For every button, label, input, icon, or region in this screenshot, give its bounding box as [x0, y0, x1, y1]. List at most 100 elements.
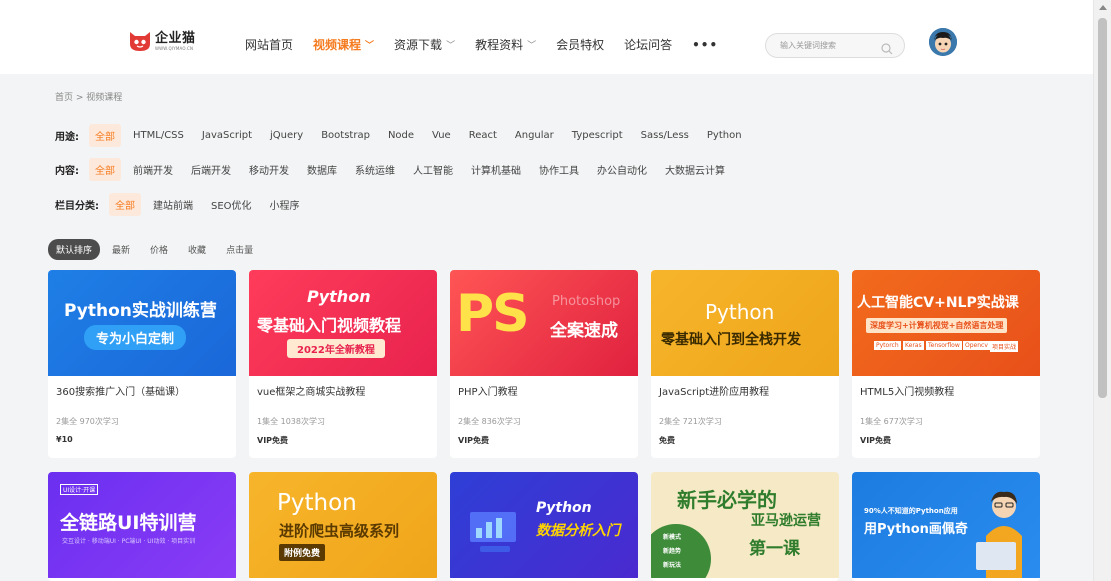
search-box	[765, 33, 905, 58]
course-card[interactable]: Python实战训练营 专为小白定制 360搜索推广入门（基础课） 2集全 97…	[48, 270, 236, 458]
course-price: ¥10	[56, 435, 73, 444]
sort-tab-newest[interactable]: 最新	[104, 239, 138, 260]
filter-option[interactable]: 前端开发	[127, 158, 179, 181]
nav-item-forum[interactable]: 论坛问答	[624, 36, 672, 53]
filter-option[interactable]: Typescript	[566, 126, 629, 145]
course-card[interactable]: 人工智能CV+NLP实战课 深度学习+计算机视觉+自然语言处理 Pytorch …	[852, 270, 1040, 458]
course-title[interactable]: PHP入门教程	[458, 383, 518, 398]
top-header: 企业猫 WWW.QIYMAO.CN 网站首页 视频课程 ﹀ 资源下载 ﹀ 教程资料 ﹀…	[0, 0, 1093, 74]
course-stats: 1集全 1038次学习	[257, 417, 325, 426]
filter-option[interactable]: JavaScript	[196, 126, 258, 145]
course-card[interactable]: Photoshop PS 全案速成 PHP入门教程 2集全 836次学习 VIP…	[450, 270, 638, 458]
filter-option[interactable]: Angular	[509, 126, 560, 145]
filter-option[interactable]: 全部	[89, 124, 121, 147]
sort-tab-default[interactable]: 默认排序	[48, 239, 101, 260]
chevron-down-icon: ﹀	[527, 41, 537, 51]
course-price: VIP免费	[458, 436, 490, 445]
filter-option[interactable]: 办公自动化	[591, 158, 653, 181]
more-menu-button[interactable]: •••	[692, 38, 718, 52]
filter-option[interactable]: 协作工具	[533, 158, 585, 181]
filter-option[interactable]: Node	[382, 126, 420, 145]
nav-item-video-courses[interactable]: 视频课程 ﹀	[313, 36, 374, 53]
filter-option[interactable]: Vue	[426, 126, 457, 145]
course-cover: UI设计·开课 全链路UI特训营 交互设计 · 移动端UI · PC端UI · …	[48, 472, 236, 578]
scroll-up-arrow-icon[interactable]	[1099, 5, 1107, 10]
breadcrumb[interactable]: 首页 > 视频课程	[55, 90, 122, 103]
site-logo[interactable]: 企业猫 WWW.QIYMAO.CN	[128, 30, 196, 52]
sort-tab-favorites[interactable]: 收藏	[180, 239, 214, 260]
course-stats: 1集全 677次学习	[860, 417, 923, 426]
filter-option[interactable]: 人工智能	[407, 158, 459, 181]
filter-option[interactable]: jQuery	[264, 126, 309, 145]
course-cover: Python 零基础入门视频教程 2022年全新教程	[249, 270, 437, 376]
course-price: 免费	[659, 436, 675, 445]
user-avatar[interactable]	[929, 28, 957, 56]
filter-option[interactable]: Bootstrap	[315, 126, 376, 145]
search-icon[interactable]	[881, 40, 893, 59]
more-icon: •••	[692, 37, 719, 52]
course-card[interactable]: 90%人不知道的Python应用 用Python画佩奇	[852, 472, 1040, 581]
filter-option[interactable]: 小程序	[264, 193, 306, 216]
page-scrollbar[interactable]	[1093, 0, 1111, 581]
chevron-down-icon: ﹀	[446, 41, 456, 51]
course-title[interactable]: 360搜索推广入门（基础课）	[56, 383, 185, 398]
sort-tab-price[interactable]: 价格	[142, 239, 176, 260]
filter-option[interactable]: 建站前端	[147, 193, 199, 216]
filter-row-content: 内容: 全部 前端开发 后端开发 移动开发 数据库 系统运维 人工智能 计算机基…	[55, 158, 737, 181]
course-title[interactable]: HTML5入门视频教程	[860, 383, 954, 398]
course-cover: 人工智能CV+NLP实战课 深度学习+计算机视觉+自然语言处理 Pytorch …	[852, 270, 1040, 376]
course-card[interactable]: Python 进阶爬虫高级系列 附例免费	[249, 472, 437, 581]
filter-option[interactable]: SEO优化	[205, 193, 258, 216]
course-card[interactable]: Python 零基础入门视频教程 2022年全新教程 vue框架之商城实战教程 …	[249, 270, 437, 458]
course-price: VIP免费	[860, 436, 892, 445]
course-card[interactable]: 新手必学的 亚马逊运营 第一课 新模式 新趋势 新玩法	[651, 472, 839, 581]
filter-option[interactable]: 系统运维	[349, 158, 401, 181]
course-title[interactable]: vue框架之商城实战教程	[257, 383, 365, 398]
course-cover: Python 零基础入门到全栈开发	[651, 270, 839, 376]
data-chart-illustration-icon	[470, 512, 516, 552]
filter-option[interactable]: 后端开发	[185, 158, 237, 181]
course-card[interactable]: Python 数据分析入门	[450, 472, 638, 581]
filter-row-category: 栏目分类: 全部 建站前端 SEO优化 小程序	[55, 193, 312, 216]
course-cover: 新手必学的 亚马逊运营 第一课 新模式 新趋势 新玩法	[651, 472, 839, 578]
nav-item-tutorials[interactable]: 教程资料 ﹀	[475, 36, 536, 53]
nav-item-downloads[interactable]: 资源下载 ﹀	[394, 36, 455, 53]
filter-option[interactable]: Python	[701, 126, 748, 145]
main-nav: 网站首页 视频课程 ﹀ 资源下载 ﹀ 教程资料 ﹀ 会员特权 论坛问答 •••	[245, 36, 738, 53]
filter-option[interactable]: React	[463, 126, 503, 145]
filter-option[interactable]: HTML/CSS	[127, 126, 190, 145]
chevron-down-icon: ﹀	[365, 41, 375, 51]
cat-logo-icon	[128, 30, 152, 52]
logo-url: WWW.QIYMAO.CN	[155, 45, 194, 51]
scrollbar-thumb[interactable]	[1098, 18, 1107, 398]
filter-option[interactable]: Sass/Less	[635, 126, 695, 145]
course-title[interactable]: JavaScript进阶应用教程	[659, 383, 769, 398]
filter-option[interactable]: 大数据云计算	[659, 158, 731, 181]
course-cover: Photoshop PS 全案速成	[450, 270, 638, 376]
course-card[interactable]: Python 零基础入门到全栈开发 JavaScript进阶应用教程 2集全 7…	[651, 270, 839, 458]
filter-option[interactable]: 移动开发	[243, 158, 295, 181]
course-stats: 2集全 970次学习	[56, 417, 119, 426]
course-cover: Python 数据分析入门	[450, 472, 638, 578]
course-stats: 2集全 721次学习	[659, 417, 722, 426]
sort-tab-clicks[interactable]: 点击量	[218, 239, 261, 260]
sort-tabs: 默认排序 最新 价格 收藏 点击量	[48, 239, 265, 260]
filter-label: 栏目分类:	[55, 201, 99, 212]
coder-illustration-icon	[976, 491, 1022, 578]
filter-option[interactable]: 全部	[89, 158, 121, 181]
filter-option[interactable]: 数据库	[301, 158, 343, 181]
course-price: VIP免费	[257, 436, 289, 445]
filter-row-usage: 用途: 全部 HTML/CSS JavaScript jQuery Bootst…	[55, 124, 754, 147]
course-cover: Python 进阶爬虫高级系列 附例免费	[249, 472, 437, 578]
search-input[interactable]	[780, 41, 880, 50]
course-card[interactable]: UI设计·开课 全链路UI特训营 交互设计 · 移动端UI · PC端UI · …	[48, 472, 236, 581]
logo-name: 企业猫	[155, 30, 196, 46]
filter-option[interactable]: 全部	[109, 193, 141, 216]
nav-item-home[interactable]: 网站首页	[245, 36, 293, 53]
filter-label: 用途:	[55, 132, 79, 143]
course-stats: 2集全 836次学习	[458, 417, 521, 426]
course-cover: 90%人不知道的Python应用 用Python画佩奇	[852, 472, 1040, 578]
nav-item-vip[interactable]: 会员特权	[556, 36, 604, 53]
filter-option[interactable]: 计算机基础	[465, 158, 527, 181]
course-cover: Python实战训练营 专为小白定制	[48, 270, 236, 376]
